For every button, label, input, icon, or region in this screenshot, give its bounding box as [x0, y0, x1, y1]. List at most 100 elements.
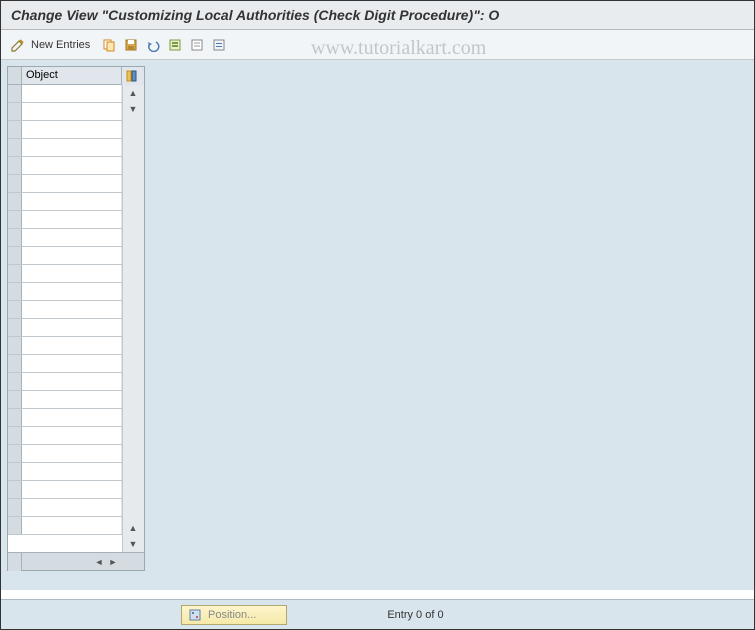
select-all-icon[interactable] — [166, 36, 184, 54]
data-cell[interactable] — [22, 85, 122, 102]
row-selector[interactable] — [8, 499, 22, 516]
row-selector[interactable] — [8, 463, 22, 480]
horizontal-scrollbar[interactable]: ◄ ► — [22, 555, 122, 569]
table-row[interactable] — [8, 229, 122, 247]
table-row[interactable] — [8, 175, 122, 193]
row-selector[interactable] — [8, 373, 22, 390]
change-icon[interactable] — [9, 36, 27, 54]
table-row[interactable] — [8, 211, 122, 229]
table-row[interactable] — [8, 121, 122, 139]
table-row[interactable] — [8, 301, 122, 319]
row-selector[interactable] — [8, 301, 22, 318]
scroll-down-bottom-icon[interactable]: ▼ — [123, 536, 143, 552]
table-row[interactable] — [8, 103, 122, 121]
data-cell[interactable] — [22, 139, 122, 156]
scroll-left-icon[interactable]: ◄ — [92, 555, 106, 569]
row-selector[interactable] — [8, 427, 22, 444]
table-row[interactable] — [8, 409, 122, 427]
table-config-icon[interactable] — [122, 67, 144, 85]
scroll-track[interactable] — [123, 117, 144, 520]
data-cell[interactable] — [22, 373, 122, 390]
table-row[interactable] — [8, 319, 122, 337]
data-cell[interactable] — [22, 409, 122, 426]
data-cell[interactable] — [22, 157, 122, 174]
undo-icon[interactable] — [144, 36, 162, 54]
table-row[interactable] — [8, 427, 122, 445]
toolbar: New Entries — [1, 30, 754, 60]
data-cell[interactable] — [22, 355, 122, 372]
delete-icon[interactable] — [210, 36, 228, 54]
data-cell[interactable] — [22, 121, 122, 138]
row-selector[interactable] — [8, 85, 22, 102]
data-cell[interactable] — [22, 247, 122, 264]
data-cell[interactable] — [22, 319, 122, 336]
table-row[interactable] — [8, 247, 122, 265]
table-header: Object — [8, 67, 144, 85]
position-button[interactable]: Position... — [181, 605, 287, 625]
row-selector[interactable] — [8, 319, 22, 336]
table-row[interactable] — [8, 391, 122, 409]
row-selector[interactable] — [8, 355, 22, 372]
table-row[interactable] — [8, 517, 122, 535]
new-entries-button[interactable]: New Entries — [31, 39, 90, 51]
row-selector[interactable] — [8, 193, 22, 210]
data-cell[interactable] — [22, 499, 122, 516]
table-row[interactable] — [8, 283, 122, 301]
table-row[interactable] — [8, 481, 122, 499]
row-selector[interactable] — [8, 481, 22, 498]
data-cell[interactable] — [22, 481, 122, 498]
entry-count-label: Entry 0 of 0 — [387, 609, 443, 621]
data-cell[interactable] — [22, 283, 122, 300]
data-cell[interactable] — [22, 301, 122, 318]
row-selector[interactable] — [8, 121, 22, 138]
save-icon[interactable] — [122, 36, 140, 54]
data-cell[interactable] — [22, 391, 122, 408]
data-cell[interactable] — [22, 337, 122, 354]
table-row[interactable] — [8, 337, 122, 355]
row-selector[interactable] — [8, 103, 22, 120]
row-selector-header[interactable] — [8, 67, 22, 84]
row-selector[interactable] — [8, 409, 22, 426]
table-row[interactable] — [8, 373, 122, 391]
table-row[interactable] — [8, 463, 122, 481]
data-cell[interactable] — [22, 103, 122, 120]
row-selector[interactable] — [8, 175, 22, 192]
table-row[interactable] — [8, 445, 122, 463]
data-cell[interactable] — [22, 445, 122, 462]
data-cell[interactable] — [22, 175, 122, 192]
data-cell[interactable] — [22, 463, 122, 480]
table-row[interactable] — [8, 355, 122, 373]
row-selector[interactable] — [8, 337, 22, 354]
table-row[interactable] — [8, 85, 122, 103]
row-selector[interactable] — [8, 157, 22, 174]
table-row[interactable] — [8, 139, 122, 157]
data-cell[interactable] — [22, 193, 122, 210]
copy-icon[interactable] — [100, 36, 118, 54]
scroll-right-icon[interactable]: ► — [106, 555, 120, 569]
table-row[interactable] — [8, 193, 122, 211]
row-selector[interactable] — [8, 139, 22, 156]
data-cell[interactable] — [22, 229, 122, 246]
scroll-up-icon[interactable]: ▲ — [123, 85, 143, 101]
data-cell[interactable] — [22, 265, 122, 282]
row-selector[interactable] — [8, 517, 22, 534]
column-header-object[interactable]: Object — [22, 67, 122, 84]
row-selector[interactable] — [8, 391, 22, 408]
row-selector[interactable] — [8, 283, 22, 300]
data-cell[interactable] — [22, 427, 122, 444]
scroll-down-icon[interactable]: ▼ — [123, 101, 143, 117]
row-selector[interactable] — [8, 247, 22, 264]
data-cell[interactable] — [22, 517, 122, 534]
row-selector[interactable] — [8, 211, 22, 228]
table-row[interactable] — [8, 265, 122, 283]
row-selector[interactable] — [8, 229, 22, 246]
data-cell[interactable] — [22, 211, 122, 228]
vertical-scrollbar[interactable]: ▲ ▼ ▲ ▼ — [122, 85, 144, 552]
table-row[interactable] — [8, 157, 122, 175]
row-selector[interactable] — [8, 265, 22, 282]
row-selector[interactable] — [8, 445, 22, 462]
deselect-all-icon[interactable] — [188, 36, 206, 54]
table-body: ▲ ▼ ▲ ▼ — [8, 85, 144, 552]
scroll-up-bottom-icon[interactable]: ▲ — [123, 520, 143, 536]
table-row[interactable] — [8, 499, 122, 517]
